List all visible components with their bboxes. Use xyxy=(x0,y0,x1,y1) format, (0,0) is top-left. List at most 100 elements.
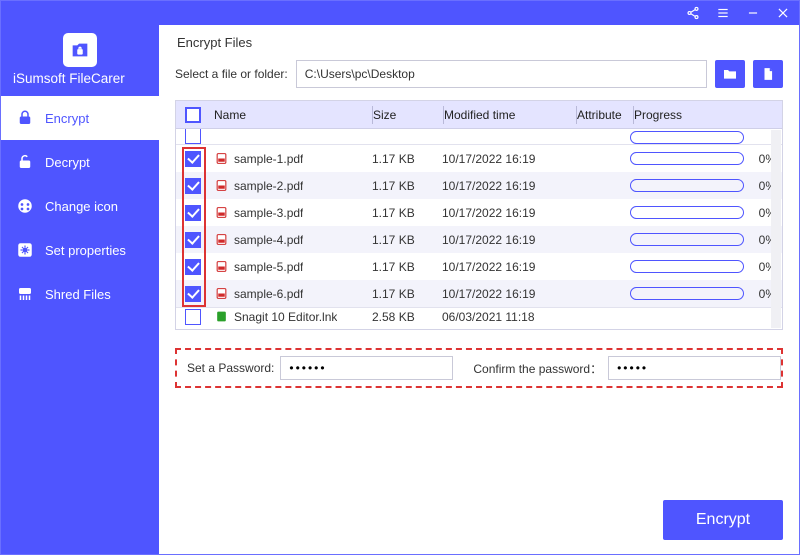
file-name: sample-1.pdf xyxy=(234,152,303,166)
lock-icon xyxy=(15,108,35,128)
pdf-file-icon xyxy=(214,260,228,274)
file-size: 1.17 KB xyxy=(372,152,415,166)
row-checkbox[interactable] xyxy=(185,129,201,144)
pdf-file-icon xyxy=(214,206,228,220)
table-row[interactable]: sample-2.pdf1.17 KB10/17/2022 16:190% xyxy=(176,172,782,199)
set-password-label: Set a Password: xyxy=(187,361,274,375)
file-name: sample-6.pdf xyxy=(234,287,303,301)
sidebar-item-label: Shred Files xyxy=(45,287,111,302)
brand-name: iSumsoft FileCarer xyxy=(11,71,149,86)
title-bar xyxy=(1,1,799,25)
progress-bar xyxy=(630,152,744,165)
gear-icon xyxy=(15,240,35,260)
progress-bar xyxy=(630,179,744,192)
col-attr: Attribute xyxy=(577,108,622,122)
row-checkbox[interactable] xyxy=(185,286,201,302)
row-checkbox[interactable] xyxy=(185,309,201,325)
main-panel: Encrypt Files Select a file or folder: N… xyxy=(159,25,799,554)
file-size: 1.17 KB xyxy=(372,287,415,301)
progress-bar xyxy=(630,287,744,300)
row-checkbox[interactable] xyxy=(185,178,201,194)
sidebar-item-set-properties[interactable]: Set properties xyxy=(1,228,159,272)
lnk-file-icon xyxy=(214,310,228,324)
sidebar: iSumsoft FileCarer Encrypt Decrypt xyxy=(1,25,159,554)
table-row[interactable]: sample-6.pdf1.17 KB10/17/2022 16:190% xyxy=(176,280,782,307)
confirm-password-label: Confirm the password： xyxy=(473,360,602,377)
file-name: sample-2.pdf xyxy=(234,179,303,193)
table-row-partial-bottom: Snagit 10 Editor.lnk 2.58 KB 06/03/2021 … xyxy=(176,307,782,325)
sidebar-item-encrypt[interactable]: Encrypt xyxy=(1,96,159,140)
pdf-file-icon xyxy=(214,287,228,301)
brand: iSumsoft FileCarer xyxy=(1,25,159,96)
path-row: Select a file or folder: xyxy=(175,60,783,88)
pdf-file-icon xyxy=(214,152,228,166)
minimize-icon[interactable] xyxy=(745,5,761,21)
table-row[interactable]: sample-4.pdf1.17 KB10/17/2022 16:190% xyxy=(176,226,782,253)
file-size: 1.17 KB xyxy=(372,233,415,247)
path-input[interactable] xyxy=(296,60,707,88)
progress-bar xyxy=(630,131,744,144)
app-window: iSumsoft FileCarer Encrypt Decrypt xyxy=(0,0,800,555)
file-mtime: 06/03/2021 11:18 xyxy=(442,310,535,324)
sidebar-item-label: Decrypt xyxy=(45,155,90,170)
table-header: Name Size Modified time Attribute Progre… xyxy=(176,101,782,129)
table-body: sample-1.pdf1.17 KB10/17/2022 16:190%sam… xyxy=(176,129,782,329)
progress-bar xyxy=(630,260,744,273)
file-mtime: 10/17/2022 16:19 xyxy=(442,233,535,247)
password-row: Set a Password: Confirm the password： xyxy=(175,348,783,388)
row-checkbox[interactable] xyxy=(185,232,201,248)
progress-bar xyxy=(630,206,744,219)
encrypt-button[interactable]: Encrypt xyxy=(663,500,783,540)
row-checkbox[interactable] xyxy=(185,151,201,167)
header-checkbox[interactable] xyxy=(185,107,201,123)
brand-icon xyxy=(63,33,97,67)
file-size: 2.58 KB xyxy=(372,310,415,324)
scrollbar[interactable] xyxy=(771,130,781,328)
file-name: sample-4.pdf xyxy=(234,233,303,247)
file-name: sample-5.pdf xyxy=(234,260,303,274)
path-label: Select a file or folder: xyxy=(175,67,288,81)
menu-icon[interactable] xyxy=(715,5,731,21)
sidebar-item-shred-files[interactable]: Shred Files xyxy=(1,272,159,316)
file-name: sample-3.pdf xyxy=(234,206,303,220)
progress-bar xyxy=(630,233,744,246)
file-size: 1.17 KB xyxy=(372,206,415,220)
col-mtime: Modified time xyxy=(444,108,515,122)
file-size: 1.17 KB xyxy=(372,179,415,193)
close-icon[interactable] xyxy=(775,5,791,21)
file-mtime: 10/17/2022 16:19 xyxy=(442,179,535,193)
col-size: Size xyxy=(373,108,396,122)
grid-icon xyxy=(15,196,35,216)
shred-icon xyxy=(15,284,35,304)
file-table: Name Size Modified time Attribute Progre… xyxy=(175,100,783,330)
file-size: 1.17 KB xyxy=(372,260,415,274)
sidebar-item-decrypt[interactable]: Decrypt xyxy=(1,140,159,184)
sidebar-item-label: Set properties xyxy=(45,243,126,258)
browse-file-button[interactable] xyxy=(753,60,783,88)
share-icon[interactable] xyxy=(685,5,701,21)
table-row[interactable]: sample-5.pdf1.17 KB10/17/2022 16:190% xyxy=(176,253,782,280)
sidebar-item-change-icon[interactable]: Change icon xyxy=(1,184,159,228)
unlock-icon xyxy=(15,152,35,172)
file-mtime: 10/17/2022 16:19 xyxy=(442,152,535,166)
table-row[interactable]: sample-3.pdf1.17 KB10/17/2022 16:190% xyxy=(176,199,782,226)
row-checkbox[interactable] xyxy=(185,205,201,221)
col-name: Name xyxy=(214,108,246,122)
file-mtime: 10/17/2022 16:19 xyxy=(442,206,535,220)
file-mtime: 10/17/2022 16:19 xyxy=(442,287,535,301)
set-password-input[interactable] xyxy=(280,356,453,380)
pdf-file-icon xyxy=(214,233,228,247)
file-name: Snagit 10 Editor.lnk xyxy=(234,310,337,324)
confirm-password-input[interactable] xyxy=(608,356,781,380)
sidebar-item-label: Encrypt xyxy=(45,111,89,126)
row-checkbox[interactable] xyxy=(185,259,201,275)
sidebar-item-label: Change icon xyxy=(45,199,118,214)
page-title: Encrypt Files xyxy=(177,35,783,50)
col-progress: Progress xyxy=(634,108,682,122)
table-row[interactable]: sample-1.pdf1.17 KB10/17/2022 16:190% xyxy=(176,145,782,172)
browse-folder-button[interactable] xyxy=(715,60,745,88)
file-mtime: 10/17/2022 16:19 xyxy=(442,260,535,274)
nav: Encrypt Decrypt Change icon xyxy=(1,96,159,316)
table-row-partial-top xyxy=(176,129,782,145)
pdf-file-icon xyxy=(214,179,228,193)
